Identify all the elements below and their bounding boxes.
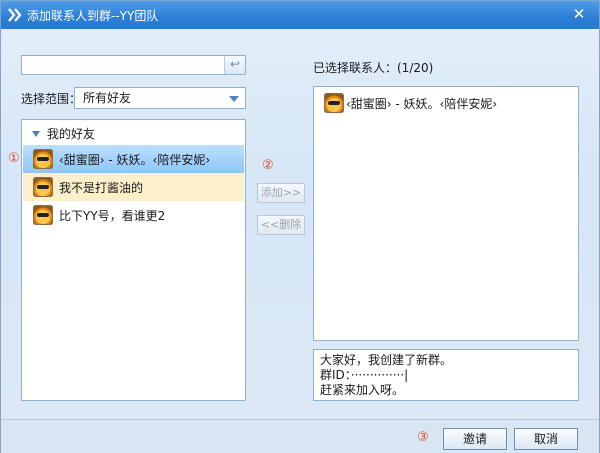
add-button[interactable]: 添加>>	[257, 183, 305, 203]
friends-list-panel: 我的好友 ‹甜蜜圈› - 妖妖。‹陪伴安妮› 我不是打酱油的 比下YY号，看谁更…	[21, 119, 246, 401]
range-value: 所有好友	[83, 91, 132, 105]
friend-name: 比下YY号，看谁更2	[59, 209, 166, 223]
dialog-window: 添加联系人到群--YY团队 ✕ ↩ 选择范围： 所有好友 我的好友 ‹甜蜜圈› …	[0, 0, 600, 453]
friend-avatar	[324, 93, 344, 113]
message-line: 大家好，我创建了新群。	[320, 353, 453, 367]
friend-avatar	[33, 205, 53, 225]
selected-contact-name: ‹甜蜜圈› - 妖妖。‹陪伴安妮›	[346, 97, 498, 111]
friends-group-label: 我的好友	[46, 127, 95, 141]
friend-row[interactable]: 我不是打酱油的	[23, 173, 244, 201]
friend-avatar	[33, 149, 53, 169]
dialog-footer	[1, 419, 599, 453]
remove-button[interactable]: <<删除	[257, 215, 305, 235]
friend-row[interactable]: 比下YY号，看谁更2	[23, 201, 244, 229]
friend-name: 我不是打酱油的	[59, 181, 144, 195]
enter-arrow-icon[interactable]: ↩	[224, 56, 245, 74]
step-marker-2: ②	[262, 158, 274, 173]
step-marker-1: ①	[8, 151, 20, 166]
friend-name: ‹甜蜜圈› - 妖妖。‹陪伴安妮›	[59, 153, 211, 167]
range-label: 选择范围：	[21, 92, 82, 106]
search-field[interactable]: ↩	[21, 55, 246, 75]
message-line: 群ID：··············|	[320, 368, 409, 382]
close-button[interactable]: ✕	[567, 4, 591, 24]
friend-row[interactable]: ‹甜蜜圈› - 妖妖。‹陪伴安妮›	[23, 145, 244, 173]
friend-avatar	[33, 177, 53, 197]
title-bar[interactable]: 添加联系人到群--YY团队 ✕	[1, 1, 599, 29]
yy-logo-icon	[8, 8, 22, 22]
selected-contact-row[interactable]: ‹甜蜜圈› - 妖妖。‹陪伴安妮›	[314, 89, 578, 117]
cancel-button[interactable]: 取消	[514, 428, 578, 450]
search-input[interactable]	[25, 57, 225, 73]
range-dropdown[interactable]: 所有好友	[74, 87, 246, 109]
selected-count-label: 已选择联系人：(1/20)	[313, 61, 434, 75]
expand-arrow-icon[interactable]	[32, 131, 40, 137]
selected-contacts-panel: ‹甜蜜圈› - 妖妖。‹陪伴安妮›	[313, 86, 579, 341]
window-title: 添加联系人到群--YY团队	[27, 9, 159, 23]
message-line: 赶紧来加入呀。	[320, 383, 405, 397]
invite-button[interactable]: 邀请	[443, 428, 507, 450]
chevron-down-icon[interactable]	[229, 96, 239, 102]
friends-group-header[interactable]: 我的好友	[32, 125, 95, 142]
step-marker-3: ③	[417, 430, 429, 445]
invitation-message-box[interactable]: 大家好，我创建了新群。 群ID：··············| 赶紧来加入呀。	[313, 349, 579, 401]
